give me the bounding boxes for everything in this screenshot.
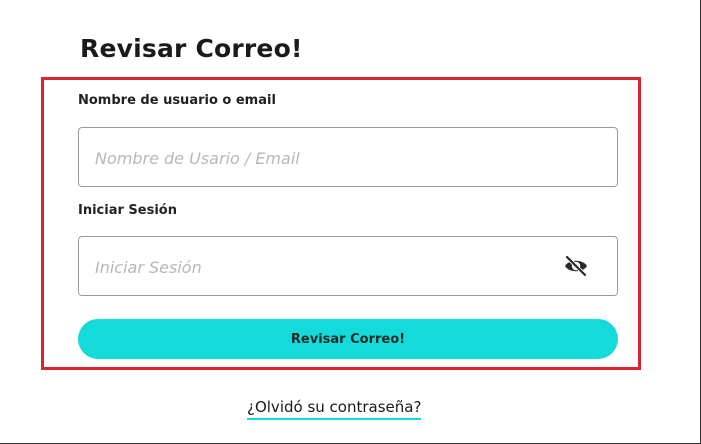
page-title: Revisar Correo!	[78, 30, 305, 68]
password-field-container	[78, 236, 618, 297]
username-label: Nombre de usuario o email	[78, 93, 276, 108]
password-input[interactable]	[93, 237, 557, 297]
page-title-text: Revisar Correo!	[80, 34, 303, 63]
eye-slash-icon[interactable]	[563, 255, 589, 277]
title-wrap: Revisar Correo!	[78, 30, 305, 68]
submit-button[interactable]: Revisar Correo!	[78, 319, 618, 359]
password-label: Iniciar Sesión	[78, 203, 177, 218]
username-field-container	[78, 127, 618, 188]
forgot-password-link[interactable]: ¿Olvidó su contraseña?	[247, 398, 422, 420]
username-input[interactable]	[93, 128, 557, 188]
login-panel: Revisar Correo! Nombre de usuario o emai…	[0, 0, 701, 444]
